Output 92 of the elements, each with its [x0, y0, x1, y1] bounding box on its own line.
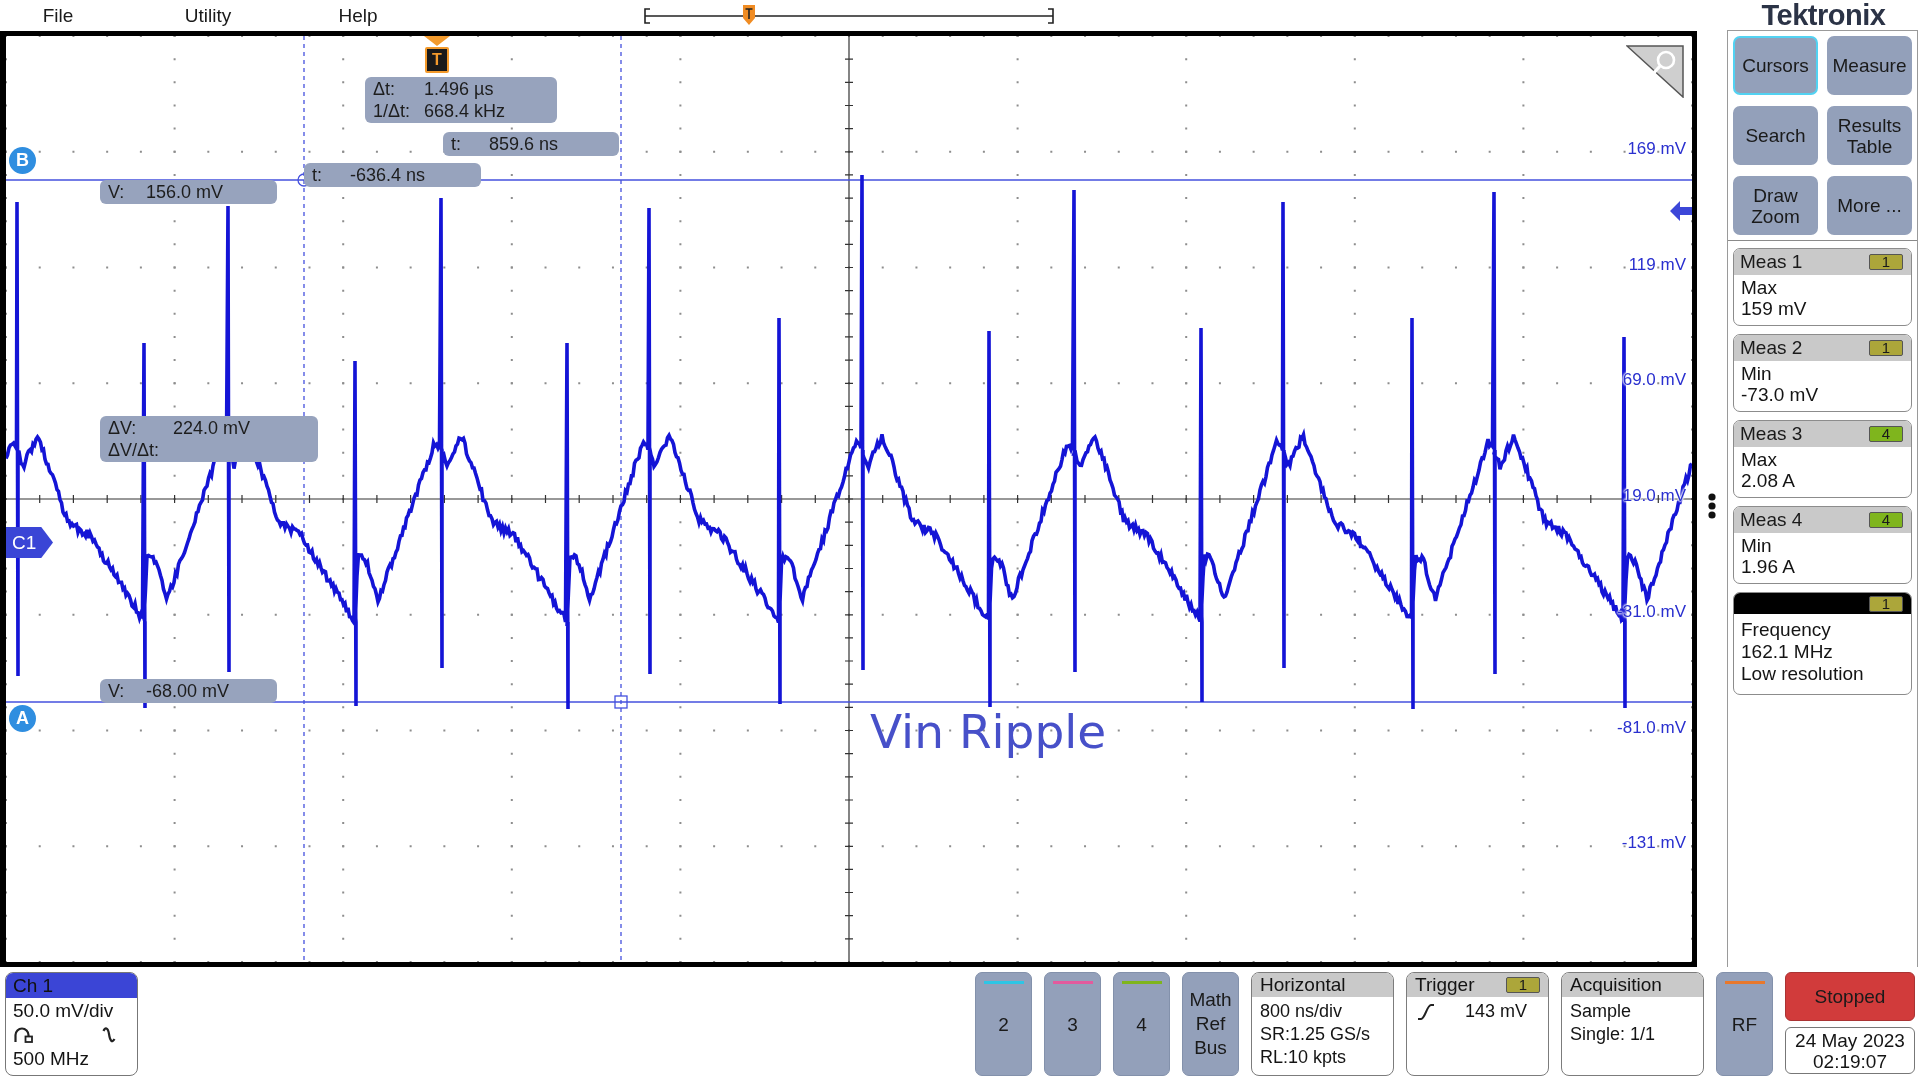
readout-value: 224.0 mV [173, 417, 251, 439]
channel-button[interactable]: 4 [1113, 972, 1170, 1076]
panel-button[interactable]: Math Ref Bus [1182, 972, 1239, 1076]
horizontal-badge[interactable]: Horizontal 800 ns/div SR:1.25 GS/s RL:10 kpts [1251, 972, 1394, 1076]
measurement-badge[interactable]: 1 Frequency 162.1 MHz Low resolution [1733, 592, 1912, 695]
badge-text: SR:1.25 GS/s [1260, 1023, 1372, 1046]
channel-button[interactable]: 2 [975, 972, 1032, 1076]
cursor-line[interactable] [620, 36, 622, 962]
badge-text: Single: 1/1 [1570, 1023, 1657, 1046]
probe-icon [13, 1027, 33, 1043]
measurement-title: Meas 2 [1740, 337, 1803, 359]
measurement-text: Min [1741, 535, 1773, 556]
source-badge: 4 [1869, 512, 1903, 528]
measurement-text: 159 mV [1741, 298, 1808, 319]
cursor-handle-icon[interactable] [614, 695, 628, 709]
left-arrow-icon[interactable] [1670, 201, 1692, 221]
rf-button[interactable]: RF [1716, 972, 1773, 1076]
measurement-text: Max [1741, 277, 1778, 298]
vertical-dots-icon[interactable] [1708, 493, 1716, 519]
badge-text: 800 ns/div [1260, 1000, 1344, 1023]
channel-button[interactable]: 3 [1044, 972, 1101, 1076]
acquisition-badge[interactable]: Acquisition Sample Single: 1/1 [1561, 972, 1704, 1076]
scale-label: 119 mV [1628, 254, 1686, 275]
cursor-line[interactable] [303, 36, 305, 962]
panel-button[interactable]: Cursors [1733, 36, 1818, 95]
measurement-title: Meas 4 [1740, 509, 1803, 531]
source-badge: 1 [1869, 254, 1903, 270]
measurement-title: Meas 1 [1740, 251, 1803, 273]
magnifier-icon[interactable] [1626, 45, 1684, 98]
readout-label: ΔV/Δt: [108, 439, 160, 461]
readout-label: ΔV: [108, 417, 138, 439]
measurement-text: Max [1741, 449, 1778, 470]
measurement-text: -73.0 mV [1741, 384, 1820, 405]
measurement-text: 162.1 MHz [1741, 641, 1834, 663]
scale-label: -131 mV [1621, 833, 1686, 854]
readout-value: 859.6 ns [489, 133, 559, 155]
color-line-icon [1724, 981, 1765, 984]
readout-value: 156.0 mV [146, 181, 224, 203]
measurement-badge[interactable]: Meas 4 4 Min 1.96 A [1733, 506, 1912, 584]
readout-value: 668.4 kHz [424, 100, 506, 122]
time-text: 02:19:07 [1813, 1050, 1887, 1072]
measurement-badge[interactable]: Meas 1 1 Max 159 mV [1733, 248, 1912, 326]
readout-label: t: [312, 164, 323, 186]
badge-title: Trigger [1415, 974, 1475, 996]
wave-icon [102, 1026, 116, 1044]
badge-title: Horizontal [1260, 974, 1346, 996]
panel-button[interactable]: Draw Zoom [1733, 176, 1818, 235]
measurement-title: Meas 3 [1740, 423, 1803, 445]
date-text: 24 May 2023 [1795, 1029, 1905, 1051]
measurement-text: 2.08 A [1741, 470, 1796, 491]
annotation-text: Vin Ripple [870, 704, 1107, 760]
measurement-text: 1.96 A [1741, 556, 1796, 577]
menu-item[interactable]: Utility [158, 4, 258, 27]
channel-title: Ch 1 [6, 973, 137, 998]
readout-label: Δt: [373, 78, 397, 100]
panel-button[interactable]: Measure [1827, 36, 1912, 95]
cursor-label[interactable]: B [9, 147, 36, 174]
readout-label: t: [451, 133, 462, 155]
measurement-text: Min [1741, 363, 1773, 384]
scale-label: -81.0 mV [1617, 717, 1686, 738]
badge-text: 143 mV [1465, 1000, 1528, 1023]
trigger-badge[interactable]: Trigger 1 143 mV [1406, 972, 1549, 1076]
menu-item[interactable]: File [8, 4, 108, 27]
readout-value: 1.496 µs [424, 78, 495, 100]
measurement-text: Frequency [1741, 619, 1832, 641]
run-stop-button[interactable]: Stopped [1785, 972, 1915, 1021]
badge-title: Acquisition [1570, 974, 1662, 996]
badge-text: Sample [1570, 1000, 1633, 1023]
readout-value: -636.4 ns [350, 164, 426, 186]
cursor-label[interactable]: A [9, 705, 36, 732]
menu-item[interactable]: Help [308, 4, 408, 27]
channel-marker[interactable]: C1 [6, 527, 53, 558]
source-badge: 1 [1869, 340, 1903, 356]
readout-label: V: [108, 181, 126, 203]
panel-button[interactable]: Results Table [1827, 106, 1912, 165]
measurement-text: Low resolution [1741, 663, 1865, 685]
panel-button[interactable]: More ... [1827, 176, 1912, 235]
channel-setting: 50.0 mV/div [13, 999, 115, 1023]
logo: Tektronix [1760, 0, 1887, 30]
readout-value: -68.00 mV [146, 680, 230, 702]
readout-label: V: [108, 680, 126, 702]
panel-button[interactable]: Search [1733, 106, 1818, 165]
scale-label: 169 mV [1627, 138, 1686, 159]
source-badge: 1 [1869, 595, 1903, 612]
measurement-badge[interactable]: Meas 2 1 Min -73.0 mV [1733, 334, 1912, 412]
measurement-badge[interactable]: Meas 3 4 Max 2.08 A [1733, 420, 1912, 498]
channel-badge[interactable]: Ch 1 50.0 mV/div 500 MHz [5, 972, 138, 1076]
source-badge: 1 [1506, 977, 1540, 993]
badge-text: RL:10 kpts [1260, 1046, 1348, 1069]
channel-setting: 500 MHz [13, 1047, 91, 1071]
source-badge: 4 [1869, 426, 1903, 442]
readout-label: 1/Δt: [373, 100, 411, 122]
